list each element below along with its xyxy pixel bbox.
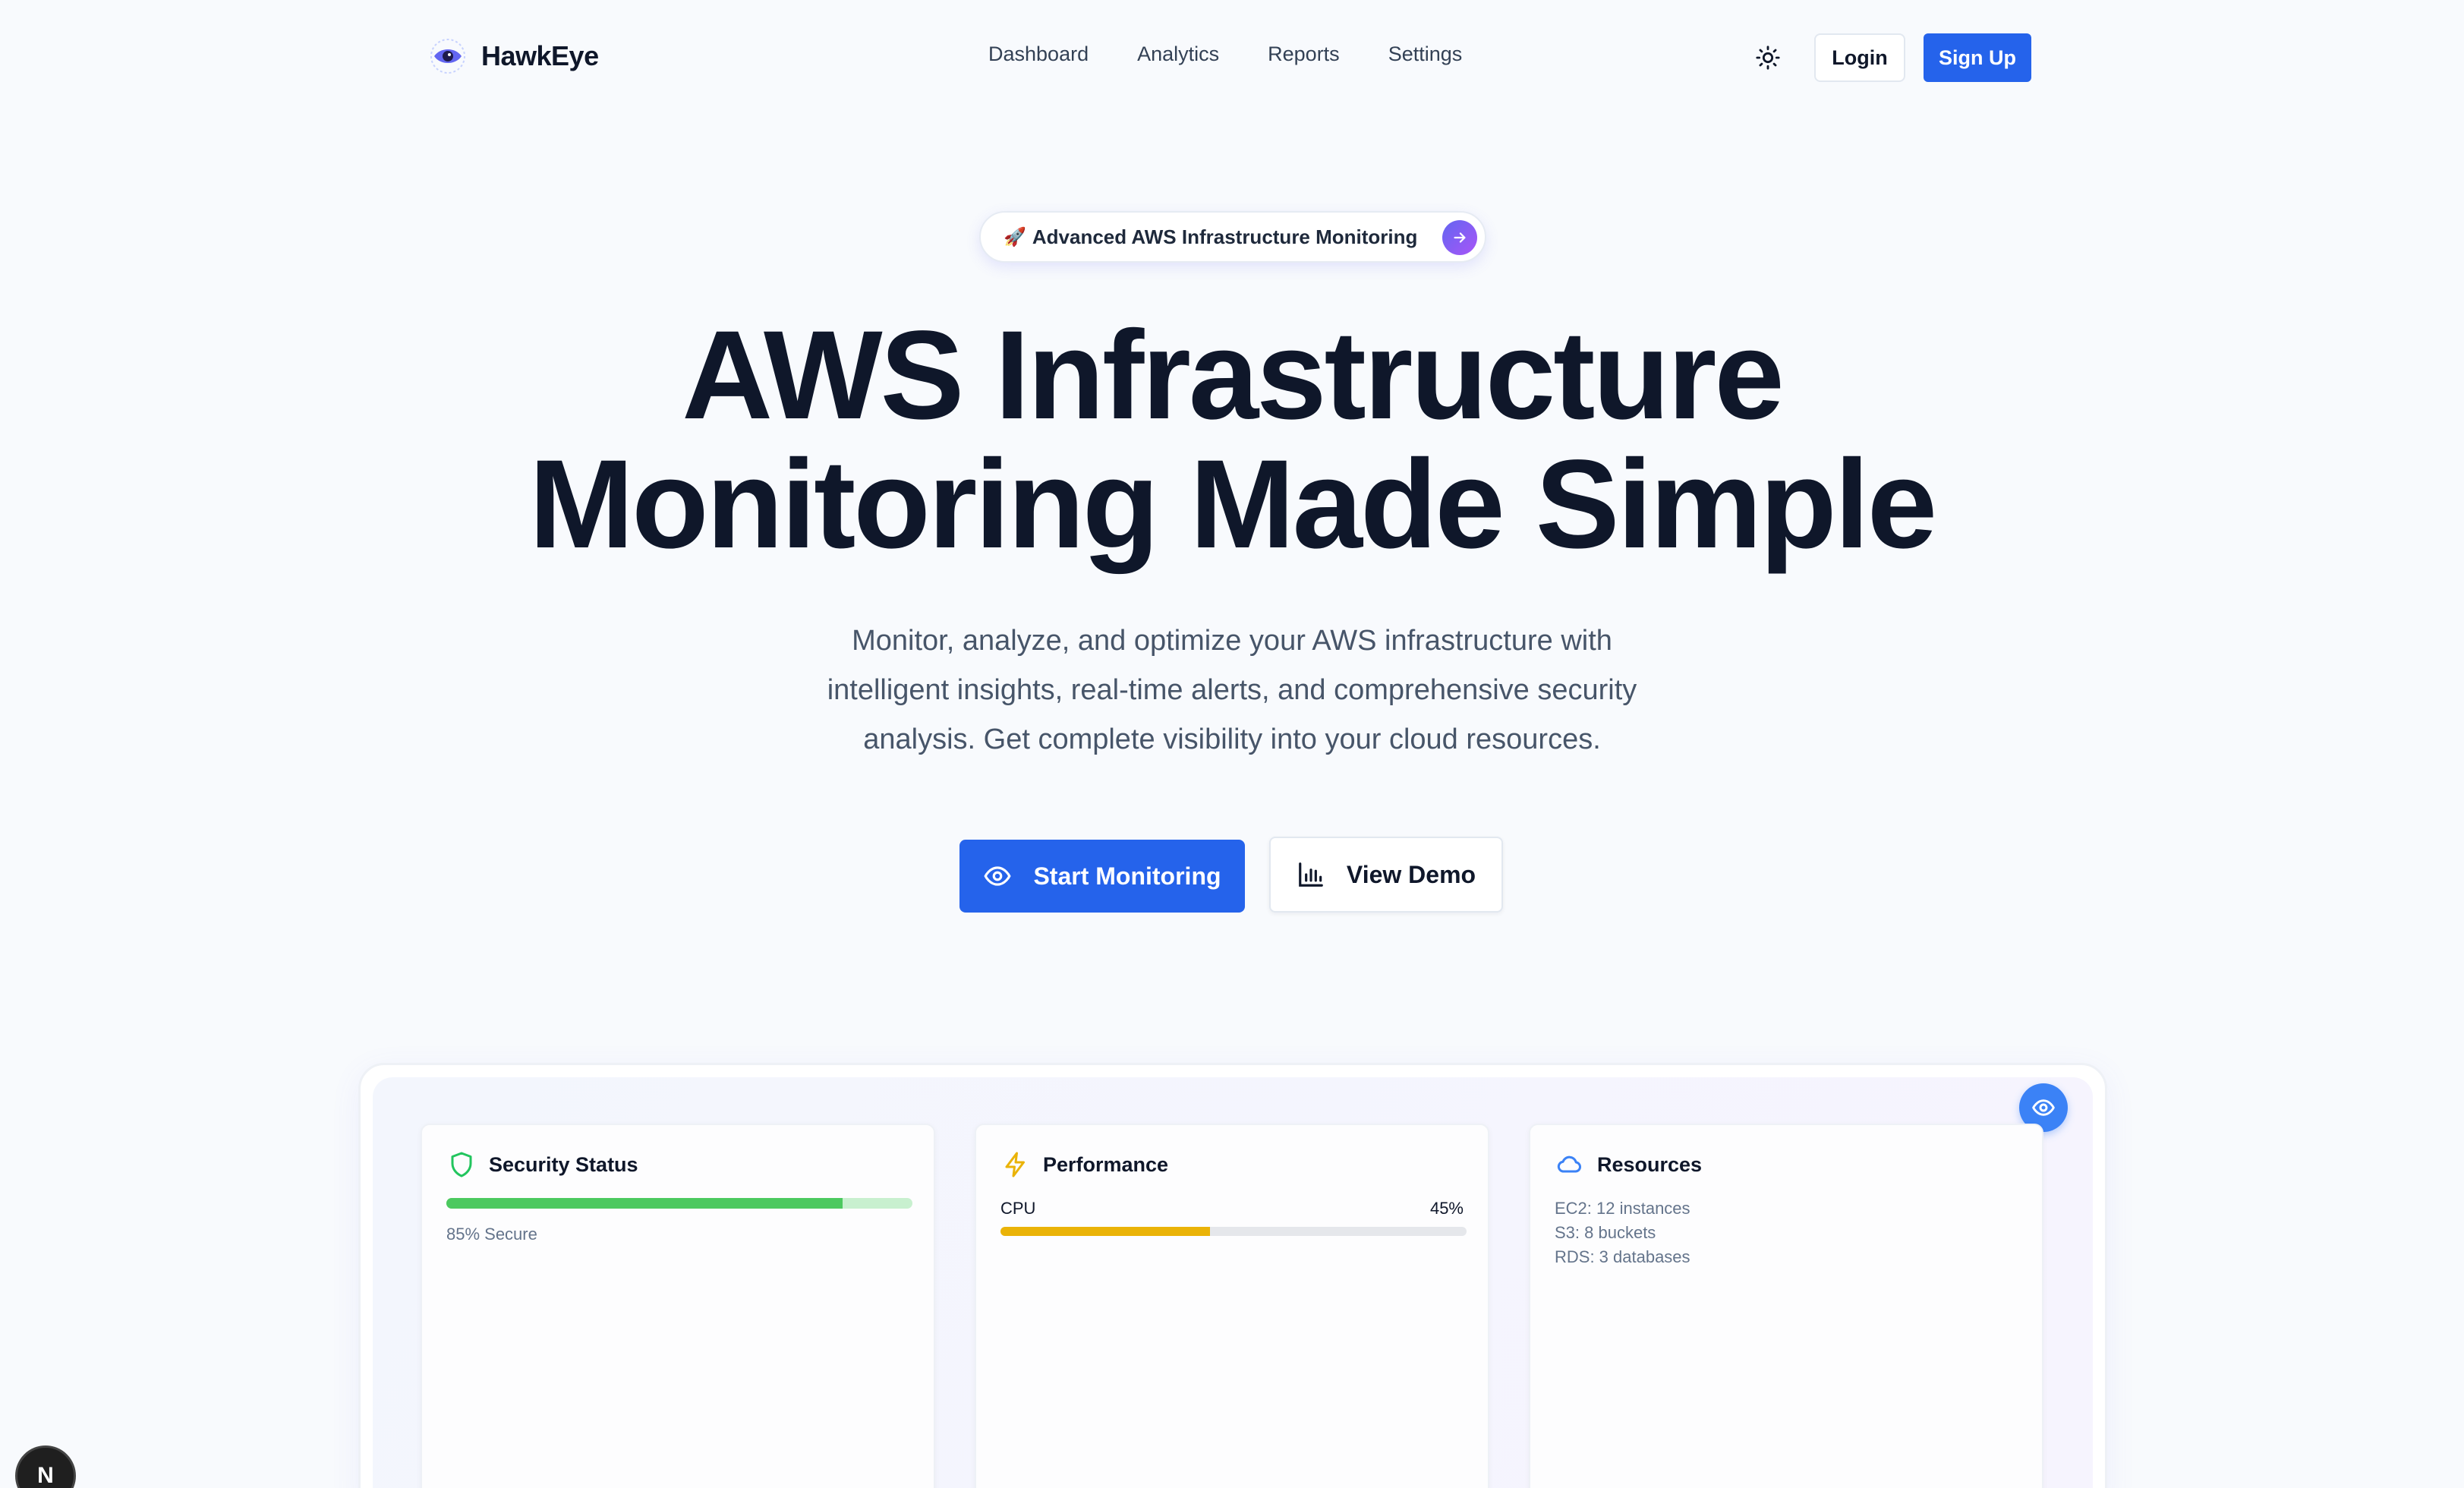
security-caption: 85% Secure: [446, 1225, 537, 1244]
resources-card-title: Resources: [1597, 1152, 1703, 1176]
hero-subtitle-line-2: intelligent insights, real-time alerts, …: [827, 674, 1637, 706]
resource-s3: S3: 8 buckets: [1555, 1223, 1656, 1242]
sun-icon[interactable]: [1755, 45, 1781, 71]
announcement-badge[interactable]: 🚀 Advanced AWS Infrastructure Monitoring: [979, 211, 1486, 263]
hero-subtitle-line-3: analysis. Get complete visibility into y…: [863, 724, 1601, 755]
top-navbar: HawkEye Dashboard Analytics Reports Sett…: [0, 0, 2464, 115]
hero-title-line-1: AWS Infrastructure: [682, 305, 1784, 446]
security-status-card: Security Status 85% Secure: [421, 1124, 935, 1488]
cpu-value: 45%: [1429, 1199, 1464, 1218]
security-progress-track: [446, 1198, 912, 1209]
eye-icon: [430, 39, 465, 74]
security-progress-fill: [446, 1198, 843, 1209]
eye-icon: [985, 866, 1011, 886]
resource-rds: RDS: 3 databases: [1555, 1247, 1690, 1266]
rocket-icon: 🚀: [1004, 226, 1026, 247]
brand-name: HawkEye: [481, 40, 599, 71]
brand[interactable]: HawkEye: [430, 38, 599, 74]
resources-card: Resources EC2: 12 instances S3: 8 bucket…: [1529, 1124, 2043, 1488]
view-demo-button[interactable]: View Demo: [1269, 837, 1503, 913]
cpu-progress-track: [1000, 1227, 1467, 1236]
nav-link-settings[interactable]: Settings: [1388, 43, 1463, 66]
hero-title-line-2: Monitoring Made Simple: [528, 434, 1937, 575]
resources-card-header: Resources: [1556, 1151, 1702, 1178]
nav-link-analytics[interactable]: Analytics: [1137, 43, 1219, 66]
performance-card-header: Performance: [1002, 1151, 1168, 1178]
view-demo-label: View Demo: [1346, 860, 1476, 888]
cpu-label: CPU: [1000, 1199, 1036, 1218]
nav-link-reports[interactable]: Reports: [1268, 43, 1340, 66]
hero-title: AWS Infrastructure Monitoring Made Simpl…: [0, 311, 2464, 569]
nav-links: Dashboard Analytics Reports Settings: [988, 43, 1511, 66]
nextjs-dev-badge[interactable]: N: [15, 1445, 76, 1488]
landing-page: HawkEye Dashboard Analytics Reports Sett…: [0, 0, 2464, 1488]
lightning-icon: [1005, 1152, 1025, 1177]
security-card-title: Security Status: [489, 1152, 638, 1176]
announcement-text: Advanced AWS Infrastructure Monitoring: [1032, 225, 1418, 248]
bar-chart-icon: [1299, 862, 1323, 887]
security-card-header: Security Status: [448, 1151, 638, 1178]
signup-button[interactable]: Sign Up: [1924, 33, 2031, 82]
start-monitoring-label: Start Monitoring: [1033, 862, 1221, 890]
resource-ec2: EC2: 12 instances: [1555, 1199, 1690, 1218]
arrow-right-icon: [1442, 220, 1477, 255]
hero-subtitle: Monitor, analyze, and optimize your AWS …: [777, 616, 1687, 764]
cpu-progress-fill: [1000, 1227, 1211, 1236]
shield-icon: [451, 1152, 472, 1177]
start-monitoring-button[interactable]: Start Monitoring: [959, 840, 1245, 913]
nav-link-dashboard[interactable]: Dashboard: [988, 43, 1089, 66]
login-button[interactable]: Login: [1814, 33, 1905, 82]
performance-card-title: Performance: [1043, 1152, 1169, 1176]
cloud-icon: [1557, 1155, 1581, 1173]
hero-subtitle-line-1: Monitor, analyze, and optimize your AWS …: [852, 625, 1612, 657]
performance-card: Performance CPU 45%: [975, 1124, 1489, 1488]
